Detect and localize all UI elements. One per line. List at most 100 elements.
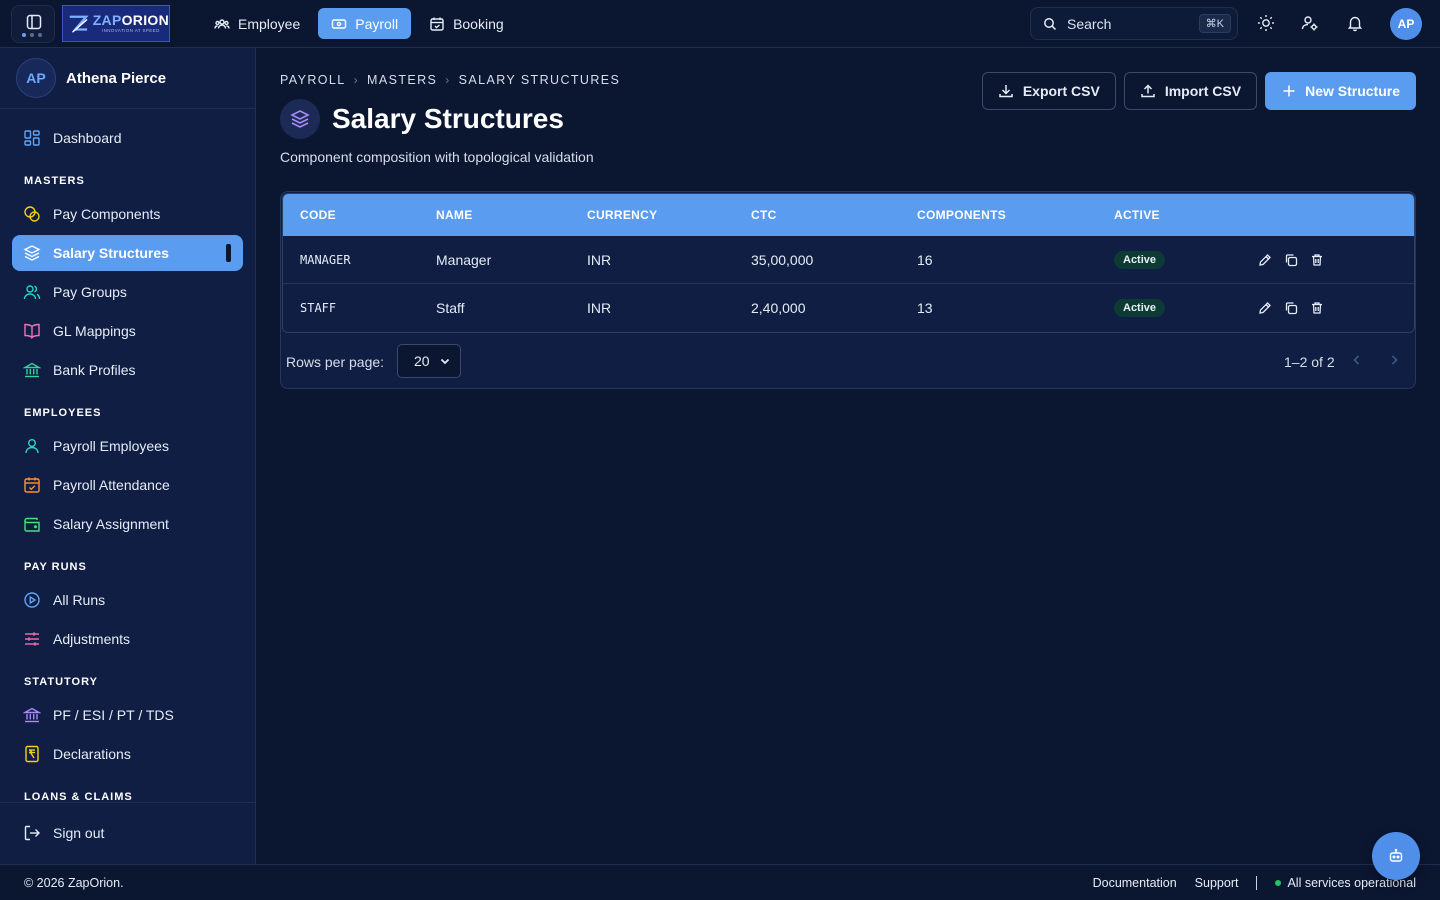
user-settings-icon[interactable] xyxy=(1301,14,1319,32)
cell-code: STAFF xyxy=(300,301,337,315)
chevron-right-icon: › xyxy=(445,73,451,87)
rupee-receipt-icon xyxy=(25,745,39,763)
edit-pencil-icon[interactable] xyxy=(1258,301,1272,315)
sidebar-item-payroll-attendance[interactable]: Payroll Attendance xyxy=(12,467,243,503)
page-footer: © 2026 ZapOrion. Documentation Support A… xyxy=(0,864,1440,900)
page-header: Salary Structures xyxy=(280,99,564,139)
people-icon xyxy=(214,18,230,29)
footer-links: Documentation Support All services opera… xyxy=(1093,876,1416,890)
rows-per-page-select[interactable]: 20 xyxy=(397,344,461,378)
column-header-components[interactable]: COMPONENTS xyxy=(917,208,1006,222)
sidebar-item-label: Pay Groups xyxy=(53,284,127,300)
search-placeholder: Search xyxy=(1067,15,1112,32)
sidebar-item-statutory-taxes[interactable]: PF / ESI / PT / TDS xyxy=(12,697,243,733)
sidebar-item-all-runs[interactable]: All Runs xyxy=(12,582,243,618)
rows-per-page-label: Rows per page: xyxy=(286,354,385,370)
topnav-payroll-label: Payroll xyxy=(355,15,399,32)
documentation-link[interactable]: Documentation xyxy=(1093,876,1177,890)
table-pagination: Rows per page: 20 1–2 of 2 xyxy=(281,333,1415,388)
layers-icon xyxy=(23,245,41,261)
sidebar-item-pay-components[interactable]: Pay Components xyxy=(12,196,243,232)
upload-icon xyxy=(1141,84,1155,98)
sidebar-item-label: Salary Assignment xyxy=(53,516,169,532)
trash-icon[interactable] xyxy=(1310,301,1324,315)
column-header-currency[interactable]: CURRENCY xyxy=(587,208,657,222)
table-row[interactable]: STAFF Staff INR 2,40,000 13 Active xyxy=(283,284,1414,332)
sign-out-button[interactable]: Sign out xyxy=(23,824,104,842)
sidebar-item-gl-mappings[interactable]: GL Mappings xyxy=(12,313,243,349)
sidebar-item-declarations[interactable]: Declarations xyxy=(12,736,243,772)
sidebar-item-label: Adjustments xyxy=(53,631,131,647)
dashboard-icon xyxy=(24,130,40,146)
cell-ctc: 2,40,000 xyxy=(751,300,806,316)
plus-icon xyxy=(1283,85,1295,97)
search-input[interactable]: Search ⌘K xyxy=(1030,7,1238,40)
export-csv-button[interactable]: Export CSV xyxy=(981,72,1116,110)
bot-icon xyxy=(1389,848,1403,862)
trash-icon[interactable] xyxy=(1310,253,1324,267)
workspace-dots xyxy=(22,33,42,37)
sidebar-item-bank-profiles[interactable]: Bank Profiles xyxy=(12,352,243,388)
cell-currency: INR xyxy=(587,300,612,316)
sidebar-item-label: Bank Profiles xyxy=(53,362,136,378)
column-header-active[interactable]: ACTIVE xyxy=(1114,208,1160,222)
notification-bell-icon[interactable] xyxy=(1346,14,1364,32)
zaporion-logo-mark-icon xyxy=(69,15,89,33)
theme-toggle-sun-icon[interactable] xyxy=(1257,14,1275,32)
breadcrumb-payroll[interactable]: PAYROLL xyxy=(280,73,346,87)
assistant-bot-button[interactable] xyxy=(1372,832,1420,880)
chevron-right-icon: › xyxy=(353,73,360,87)
sidebar-item-label: Dashboard xyxy=(53,130,122,146)
cell-name: Staff xyxy=(436,300,465,316)
duplicate-icon[interactable] xyxy=(1284,301,1298,315)
duplicate-icon[interactable] xyxy=(1284,253,1298,267)
sidebar-item-label: Declarations xyxy=(53,746,131,762)
cell-currency: INR xyxy=(587,251,612,268)
status-badge: Active xyxy=(1114,250,1166,269)
sidebar-item-payroll-employees[interactable]: Payroll Employees xyxy=(12,428,243,464)
copyright-text: © 2026 ZapOrion. xyxy=(24,876,124,890)
download-icon xyxy=(999,85,1013,98)
sidebar-item-salary-assignment[interactable]: Salary Assignment xyxy=(12,506,243,542)
sliders-icon xyxy=(25,632,39,646)
sidebar-item-pay-groups[interactable]: Pay Groups xyxy=(12,274,243,310)
support-link[interactable]: Support xyxy=(1195,876,1239,890)
import-csv-button[interactable]: Import CSV xyxy=(1123,72,1258,110)
sidebar-user-block[interactable]: AP Athena Pierce xyxy=(0,48,255,109)
sidebar-item-adjustments[interactable]: Adjustments xyxy=(12,621,243,657)
sidebar-footer: Sign out xyxy=(0,802,256,864)
previous-page-chevron-left-icon[interactable] xyxy=(1350,353,1364,367)
breadcrumb-masters[interactable]: MASTERS xyxy=(367,73,437,87)
salary-structures-table: CODE NAME CURRENCY CTC COMPONENTS ACTIVE… xyxy=(282,193,1415,333)
brand-name: ZAPORION xyxy=(92,12,169,29)
user-icon xyxy=(25,439,39,454)
sidebar-toggle-button[interactable] xyxy=(11,5,55,43)
table-row[interactable]: MANAGER Manager INR 35,00,000 16 Active xyxy=(283,236,1414,284)
column-header-code[interactable]: CODE xyxy=(300,208,336,222)
topnav-payroll[interactable]: Payroll xyxy=(318,8,412,39)
wallet-icon xyxy=(24,517,40,532)
brand-logo[interactable]: ZAPORION INNOVATION AT SPEED xyxy=(62,5,170,42)
calendar-icon xyxy=(430,17,444,31)
page-actions: Export CSV Import CSV New Structure xyxy=(981,72,1416,110)
brand-tagline: INNOVATION AT SPEED xyxy=(101,28,160,34)
new-structure-button[interactable]: New Structure xyxy=(1265,72,1416,110)
payroll-icon xyxy=(332,18,347,29)
chevron-down-icon xyxy=(440,358,449,365)
topnav-employee[interactable]: Employee xyxy=(204,8,310,39)
sidebar-item-dashboard[interactable]: Dashboard xyxy=(12,120,243,156)
column-header-ctc[interactable]: CTC xyxy=(751,208,777,222)
sidebar-section-masters: MASTERS xyxy=(24,175,85,187)
sidebar-item-label: All Runs xyxy=(53,592,106,608)
user-avatar-button[interactable]: AP xyxy=(1390,8,1422,40)
sidebar-panel-icon xyxy=(26,14,42,30)
topnav-booking-label: Booking xyxy=(453,15,504,32)
topnav-booking[interactable]: Booking xyxy=(419,8,514,39)
edit-pencil-icon[interactable] xyxy=(1258,253,1272,267)
search-shortcut-badge: ⌘K xyxy=(1198,14,1231,33)
landmark-icon xyxy=(23,707,41,723)
sidebar-item-salary-structures[interactable]: Salary Structures xyxy=(12,235,243,271)
cell-name: Manager xyxy=(436,251,492,268)
next-page-chevron-right-icon[interactable] xyxy=(1387,353,1401,367)
column-header-name[interactable]: NAME xyxy=(436,208,473,222)
